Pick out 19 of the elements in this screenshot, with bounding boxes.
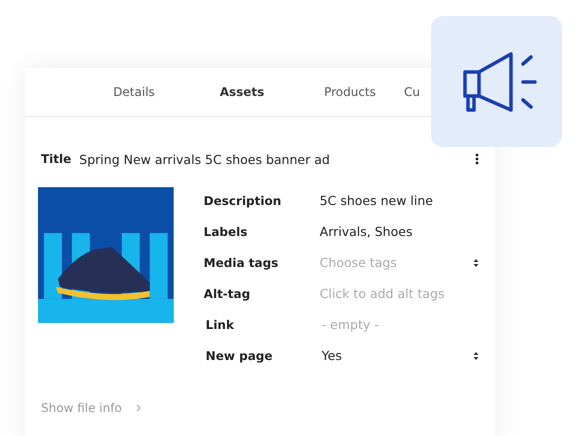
title-label: Title [41, 152, 72, 166]
tab[interactable]: Assets [188, 85, 296, 99]
field-label: Media tags [204, 256, 280, 270]
field-label: Labels [204, 224, 248, 238]
field-value[interactable]: Arrivals, Shoes [320, 224, 412, 239]
field-label: Alt-tag [204, 286, 252, 300]
field-label: Link [206, 318, 235, 332]
tab[interactable]: Cu [404, 85, 420, 99]
field-label: New page [206, 348, 274, 362]
tab[interactable]: Products [296, 85, 404, 99]
tab[interactable]: Details [80, 85, 188, 99]
field-label: Description [204, 194, 282, 208]
title-value: Spring New arrivals 5C shoes banner ad [79, 152, 331, 166]
chevron-right-icon [136, 404, 141, 412]
sort-arrows-icon [473, 350, 479, 360]
more-icon[interactable] [475, 153, 479, 165]
select-field[interactable]: Yes [322, 348, 479, 363]
field-value[interactable]: 5C shoes new line [320, 193, 433, 208]
sort-arrows-icon [473, 258, 479, 268]
